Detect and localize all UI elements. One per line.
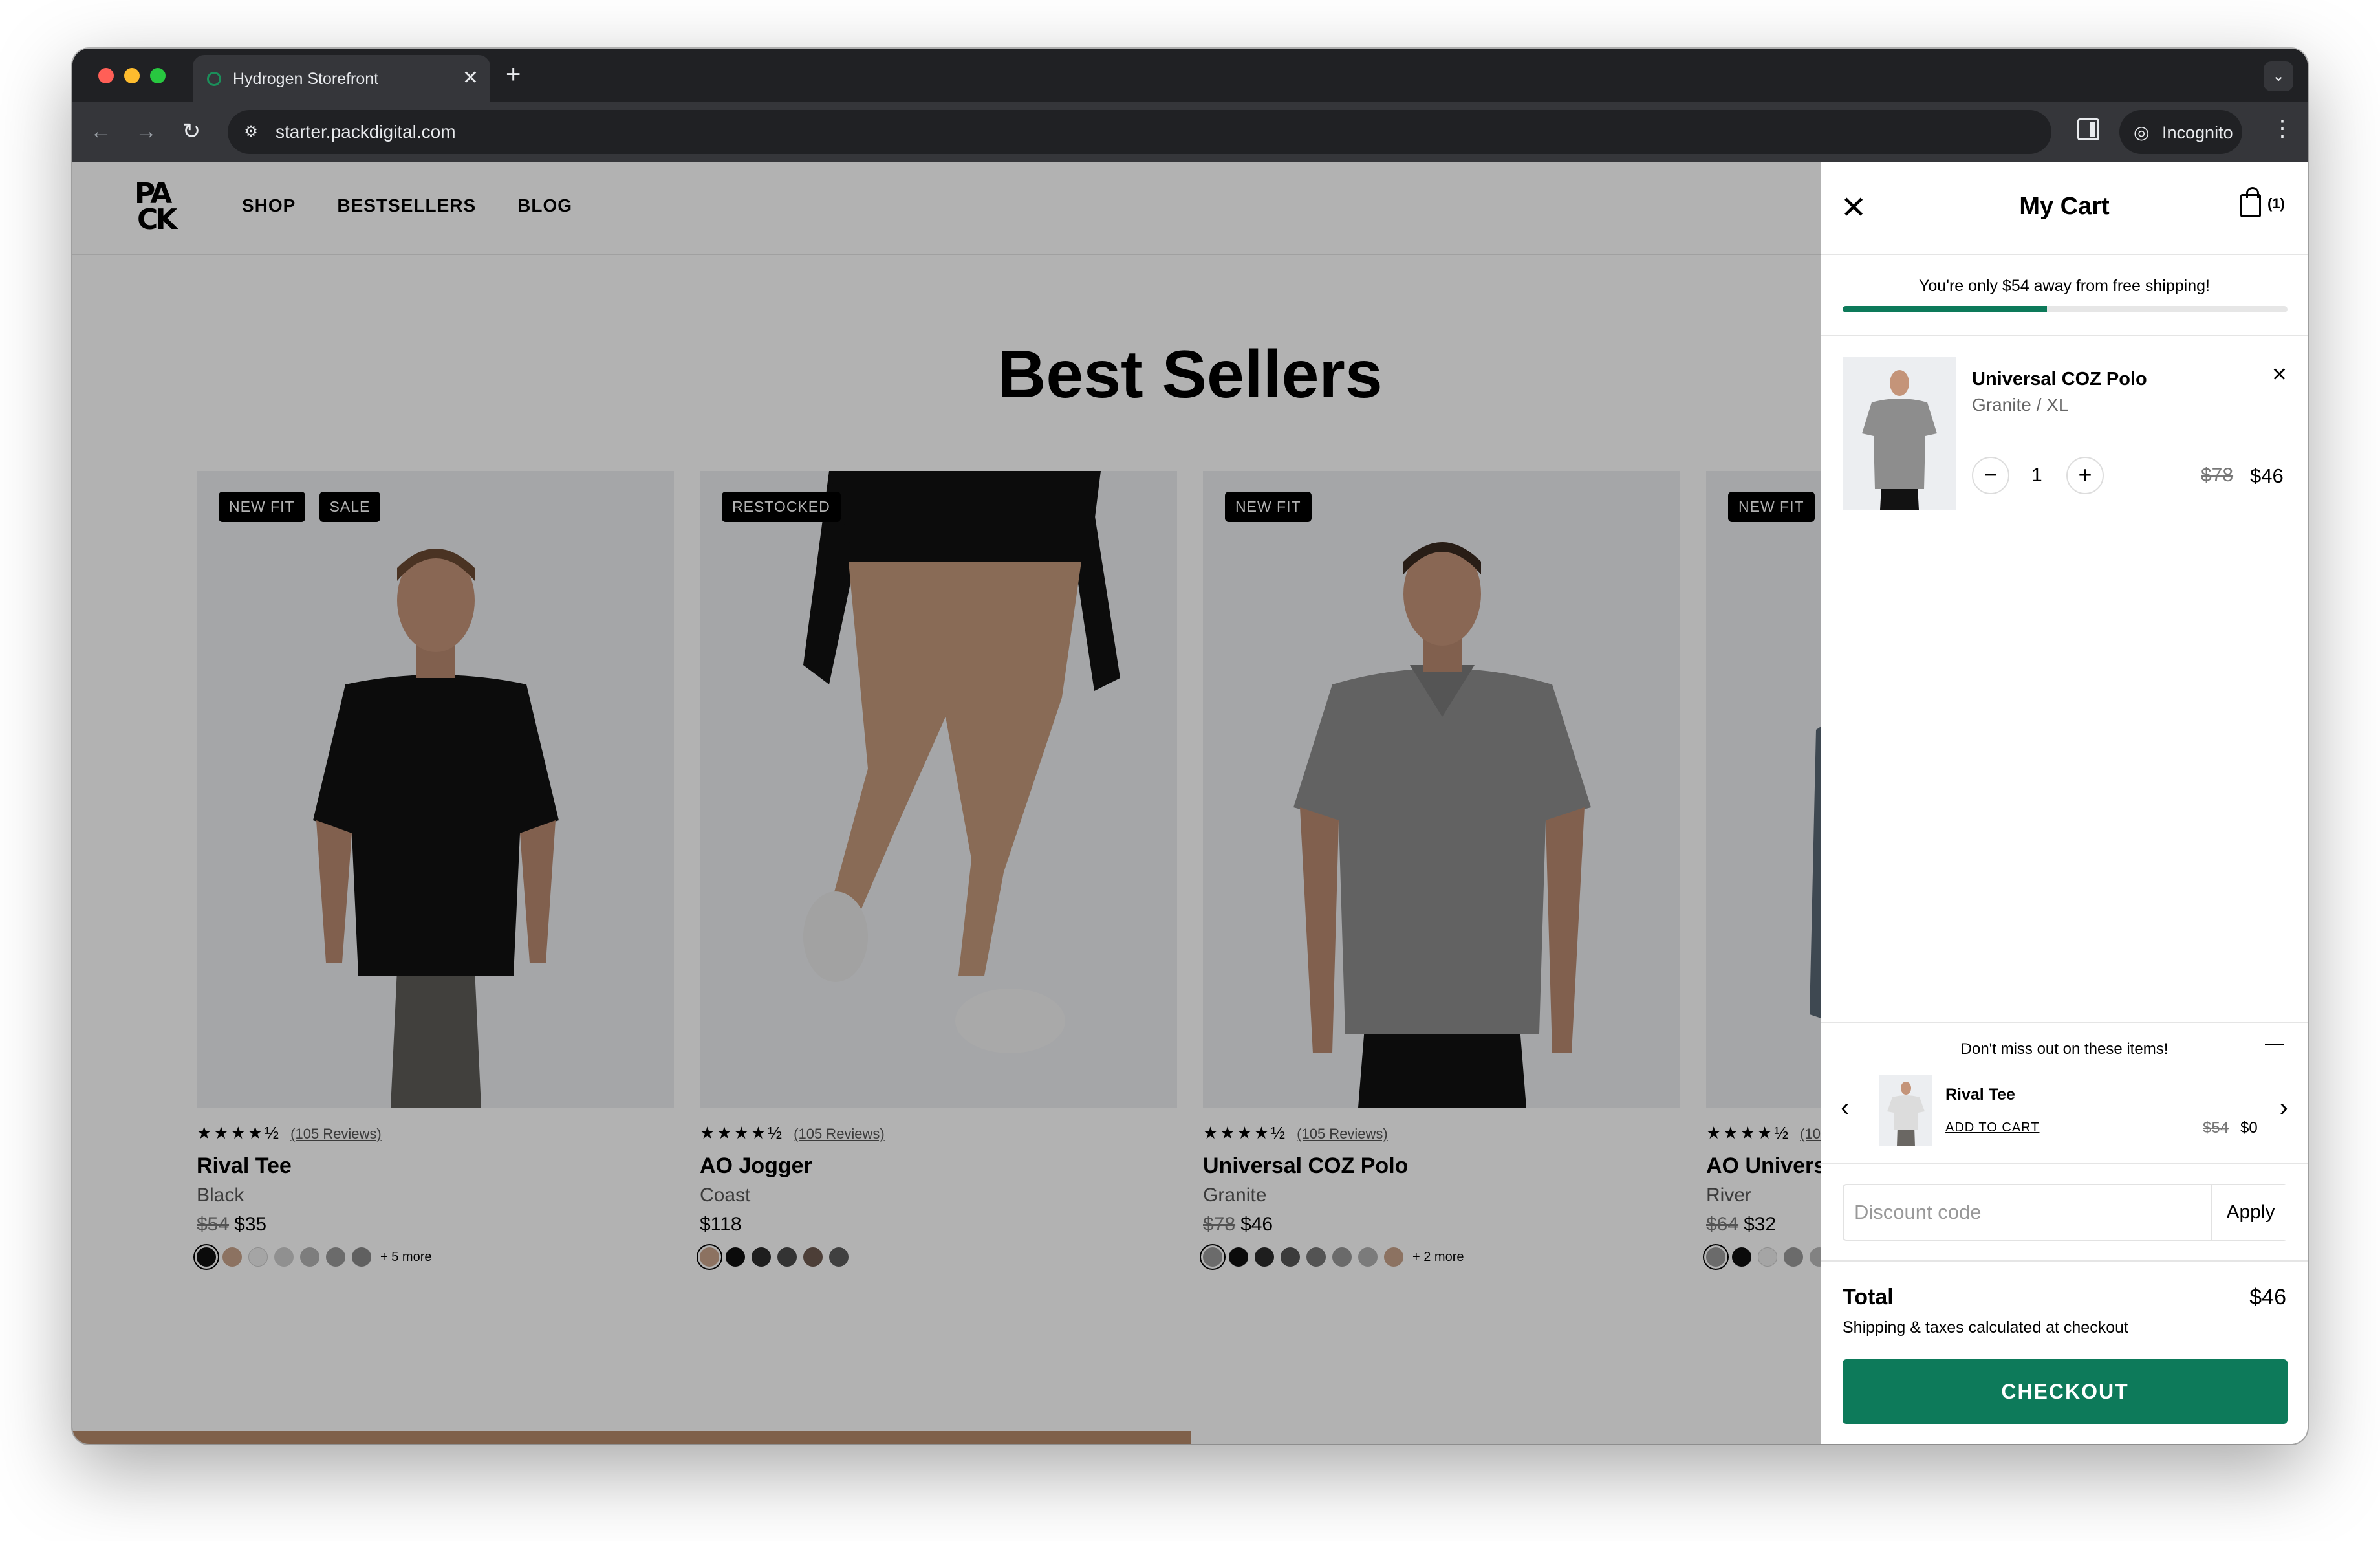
- upsell-add-to-cart-button[interactable]: ADD TO CART: [1945, 1120, 2039, 1135]
- total-value: $46: [2249, 1285, 2286, 1309]
- line-item-price: $46: [2250, 464, 2284, 487]
- polo-thumbnail: [1843, 357, 1956, 510]
- side-panel-icon[interactable]: [2077, 118, 2099, 140]
- close-window-button[interactable]: [98, 68, 114, 83]
- upsell-price: $0: [2240, 1119, 2258, 1137]
- page-viewport: PA CK SHOP BESTSELLERS BLOG Best Sellers: [72, 162, 2308, 1444]
- browser-tab[interactable]: Hydrogen Storefront ✕: [193, 55, 490, 102]
- incognito-label: Incognito: [2162, 123, 2233, 142]
- cart-title: My Cart: [2019, 193, 2110, 220]
- cart-header: ✕ My Cart (1): [1821, 162, 2308, 255]
- drawer-backdrop[interactable]: [72, 162, 1821, 1444]
- upsell-product-name[interactable]: Rival Tee: [1945, 1086, 2015, 1104]
- address-bar[interactable]: ⚙ starter.packdigital.com: [228, 110, 2051, 154]
- incognito-icon: ◎: [2134, 122, 2150, 142]
- back-icon[interactable]: ←: [85, 116, 116, 147]
- chevron-left-icon[interactable]: ‹: [1841, 1093, 1849, 1122]
- divider: [1821, 254, 2308, 255]
- maximize-window-button[interactable]: [150, 68, 166, 83]
- tab-close-icon[interactable]: ✕: [462, 65, 479, 91]
- shipping-progress-bar: [1843, 306, 2288, 312]
- cart-line-item: Universal COZ Polo Granite / XL ✕ − 1 + …: [1843, 357, 2288, 510]
- favicon-icon: [207, 72, 221, 86]
- qty-decrease-button[interactable]: −: [1972, 457, 2009, 494]
- bag-icon: [2240, 187, 2261, 217]
- apply-discount-button[interactable]: Apply: [2214, 1185, 2288, 1240]
- chevron-right-icon[interactable]: ›: [2280, 1093, 2288, 1122]
- qty-value: 1: [2031, 464, 2042, 486]
- minimize-window-button[interactable]: [124, 68, 140, 83]
- rival-tee-thumbnail: [1879, 1075, 1932, 1146]
- total-label: Total: [1843, 1285, 1894, 1309]
- kebab-icon[interactable]: ⋮: [2271, 116, 2293, 142]
- forward-icon[interactable]: →: [131, 116, 162, 147]
- cart-count: (1): [2267, 195, 2285, 212]
- line-item-name[interactable]: Universal COZ Polo: [1972, 369, 2147, 390]
- browser-toolbar: ← → ↻ ⚙ starter.packdigital.com ◎ Incogn…: [72, 102, 2308, 162]
- upsell-image[interactable]: [1879, 1075, 1932, 1146]
- url-text[interactable]: starter.packdigital.com: [276, 122, 456, 142]
- tab-search-chevron-icon[interactable]: ⌄: [2264, 61, 2293, 91]
- qty-increase-button[interactable]: +: [2066, 457, 2104, 494]
- divider: [1821, 1260, 2308, 1262]
- cart-drawer: ✕ My Cart (1) You're only $54 away from …: [1821, 162, 2308, 1444]
- checkout-button[interactable]: CHECKOUT: [1843, 1359, 2288, 1424]
- shipping-progress-fill: [1843, 306, 2048, 312]
- free-shipping-message: You're only $54 away from free shipping!: [1919, 277, 2210, 295]
- remove-item-icon[interactable]: ✕: [2271, 364, 2288, 386]
- reload-icon[interactable]: ↻: [176, 116, 207, 147]
- discount-form: Apply: [1843, 1184, 2288, 1241]
- upsell-section: Don't miss out on these items! — ‹ Rival…: [1821, 1022, 2308, 1164]
- tab-title: Hydrogen Storefront: [233, 70, 379, 88]
- discount-code-input[interactable]: [1844, 1185, 2212, 1240]
- browser-window: Hydrogen Storefront ✕ + ⌄ ← → ↻ ⚙ starte…: [72, 49, 2308, 1444]
- line-item-compare-price: $78: [2201, 464, 2234, 486]
- new-tab-icon[interactable]: +: [506, 60, 521, 89]
- divider: [1821, 335, 2308, 336]
- incognito-badge[interactable]: ◎ Incognito: [2119, 110, 2242, 154]
- total-note: Shipping & taxes calculated at checkout: [1843, 1318, 2128, 1337]
- upsell-compare-price: $54: [2203, 1119, 2229, 1137]
- line-item-variant: Granite / XL: [1972, 395, 2069, 415]
- tab-bar: Hydrogen Storefront ✕ + ⌄: [72, 49, 2308, 102]
- site-info-icon[interactable]: ⚙: [242, 123, 260, 141]
- upsell-heading: Don't miss out on these items!: [1960, 1040, 2169, 1058]
- collapse-icon[interactable]: —: [2265, 1033, 2284, 1055]
- line-item-image[interactable]: [1843, 357, 1956, 510]
